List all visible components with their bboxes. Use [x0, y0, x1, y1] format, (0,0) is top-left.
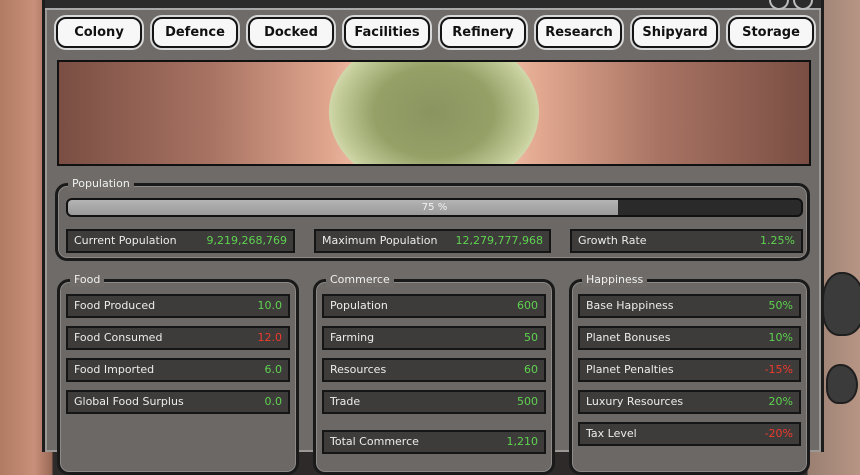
stat-value: 1.25%: [760, 234, 795, 247]
row-value: 10%: [768, 331, 793, 344]
stat-label: Maximum Population: [322, 234, 438, 247]
tab-colony[interactable]: Colony: [56, 17, 142, 48]
food-row: Food Consumed 12.0: [66, 326, 290, 350]
stat-label: Growth Rate: [578, 234, 647, 247]
tab-storage[interactable]: Storage: [728, 17, 814, 48]
row-value: 600: [517, 299, 538, 312]
tab-bar: Colony Defence Docked Facilities Refiner…: [56, 17, 814, 48]
row-value: 50%: [768, 299, 793, 312]
row-value: -20%: [764, 427, 793, 440]
panel-title: Happiness: [582, 273, 648, 287]
happiness-row: Luxury Resources 20%: [578, 390, 801, 414]
food-row: Global Food Surplus 0.0: [66, 390, 290, 414]
tab-shipyard[interactable]: Shipyard: [632, 17, 718, 48]
row-value: 10.0: [257, 299, 283, 312]
row-label: Planet Bonuses: [586, 331, 671, 344]
happiness-row: Base Happiness 50%: [578, 294, 801, 318]
stat-value: 12,279,777,968: [455, 234, 543, 247]
happiness-row: Planet Penalties -15%: [578, 358, 801, 382]
food-panel: Food Food Produced 10.0 Food Consumed 12…: [57, 273, 299, 475]
row-label: Food Produced: [74, 299, 156, 312]
asteroid-decoration: [822, 272, 860, 336]
commerce-row: Farming 50: [322, 326, 546, 350]
stat-value: 9,219,268,769: [206, 234, 287, 247]
happiness-panel: Happiness Base Happiness 50% Planet Bonu…: [569, 273, 810, 475]
row-label: Population: [330, 299, 388, 312]
row-label: Luxury Resources: [586, 395, 684, 408]
row-label: Global Food Surplus: [74, 395, 184, 408]
happiness-row: Planet Bonuses 10%: [578, 326, 801, 350]
row-label: Tax Level: [586, 427, 637, 440]
close-icon[interactable]: [793, 0, 813, 10]
row-value: 60: [524, 363, 538, 376]
panel-title: Population: [68, 177, 134, 191]
stat-maximum-population: Maximum Population 12,279,777,968: [314, 229, 551, 253]
asteroid-decoration: [826, 364, 858, 404]
row-value: -15%: [764, 363, 793, 376]
commerce-row: Trade 500: [322, 390, 546, 414]
stat-growth-rate: Growth Rate 1.25%: [570, 229, 803, 253]
panel-title: Food: [70, 273, 105, 287]
food-row: Food Imported 6.0: [66, 358, 290, 382]
row-value: 12.0: [257, 331, 283, 344]
row-label: Trade: [330, 395, 361, 408]
planet-banner: [57, 60, 811, 166]
happiness-row: Tax Level -20%: [578, 422, 801, 446]
commerce-panel: Commerce Population 600 Farming 50 Resou…: [313, 273, 555, 475]
population-panel: Population 75 % Current Population 9,219…: [55, 177, 810, 261]
tab-research[interactable]: Research: [536, 17, 622, 48]
panel-title: Commerce: [326, 273, 394, 287]
commerce-row: Population 600: [322, 294, 546, 318]
progress-text: 75 %: [421, 202, 448, 213]
row-value: 50: [524, 331, 538, 344]
row-value: 1,210: [506, 435, 539, 448]
stat-current-population: Current Population 9,219,268,769: [66, 229, 295, 253]
row-label: Food Consumed: [74, 331, 163, 344]
row-label: Planet Penalties: [586, 363, 674, 376]
tab-defence[interactable]: Defence: [152, 17, 238, 48]
stat-label: Current Population: [74, 234, 177, 247]
title-bar: [45, 0, 821, 10]
planet-image: [329, 62, 539, 164]
tab-docked[interactable]: Docked: [248, 17, 334, 48]
row-value: 0.0: [264, 395, 283, 408]
colony-window: Colony Defence Docked Facilities Refiner…: [42, 0, 824, 475]
row-value: 500: [517, 395, 538, 408]
row-value: 6.0: [264, 363, 283, 376]
minimize-icon[interactable]: [769, 0, 789, 10]
row-label: Base Happiness: [586, 299, 674, 312]
row-value: 20%: [768, 395, 793, 408]
row-label: Farming: [330, 331, 375, 344]
row-label: Total Commerce: [330, 435, 419, 448]
row-label: Food Imported: [74, 363, 155, 376]
commerce-total-row: Total Commerce 1,210: [322, 430, 546, 454]
tab-refinery[interactable]: Refinery: [440, 17, 526, 48]
row-label: Resources: [330, 363, 387, 376]
tab-facilities[interactable]: Facilities: [344, 17, 430, 48]
population-progress-bar: 75 %: [66, 198, 803, 217]
commerce-row: Resources 60: [322, 358, 546, 382]
food-row: Food Produced 10.0: [66, 294, 290, 318]
